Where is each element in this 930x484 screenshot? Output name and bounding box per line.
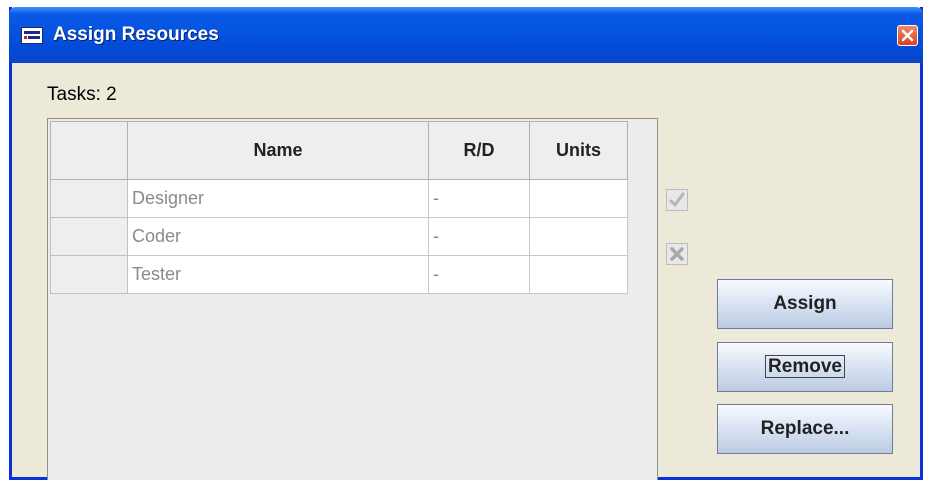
rd-cell[interactable]: - bbox=[428, 179, 530, 218]
name-cell[interactable]: Designer bbox=[127, 179, 429, 218]
units-cell[interactable] bbox=[529, 179, 628, 218]
app-icon bbox=[21, 27, 43, 44]
column-header-row-selector[interactable] bbox=[50, 121, 128, 180]
window-title: Assign Resources bbox=[53, 24, 219, 45]
name-cell[interactable]: Coder bbox=[127, 217, 429, 256]
rd-cell[interactable]: - bbox=[428, 255, 530, 294]
resources-table-panel: Name R/D Units Designer - Coder - Tester… bbox=[47, 118, 658, 480]
row-header-cell[interactable] bbox=[50, 255, 128, 294]
assign-button-label: Assign bbox=[773, 293, 837, 314]
close-icon[interactable] bbox=[897, 25, 918, 46]
column-header-rd[interactable]: R/D bbox=[428, 121, 530, 180]
checkmark-icon[interactable] bbox=[666, 189, 688, 211]
title-bar[interactable]: Assign Resources bbox=[9, 7, 923, 63]
table-row[interactable]: Tester - bbox=[50, 255, 628, 294]
units-cell[interactable] bbox=[529, 255, 628, 294]
table-row[interactable]: Designer - bbox=[50, 179, 628, 218]
column-header-units[interactable]: Units bbox=[529, 121, 628, 180]
table-header-row: Name R/D Units bbox=[50, 121, 628, 180]
replace-button[interactable]: Replace... bbox=[717, 404, 893, 454]
rd-cell[interactable]: - bbox=[428, 217, 530, 256]
delete-x-icon[interactable] bbox=[666, 243, 688, 265]
replace-button-label: Replace... bbox=[760, 418, 850, 439]
tasks-count-label: Tasks: 2 bbox=[47, 84, 117, 105]
units-cell[interactable] bbox=[529, 217, 628, 256]
row-header-cell[interactable] bbox=[50, 179, 128, 218]
row-header-cell[interactable] bbox=[50, 217, 128, 256]
table-row[interactable]: Coder - bbox=[50, 217, 628, 256]
remove-button[interactable]: Remove bbox=[717, 342, 893, 392]
name-cell[interactable]: Tester bbox=[127, 255, 429, 294]
column-header-name[interactable]: Name bbox=[127, 121, 429, 180]
assign-resources-dialog: Assign Resources Tasks: 2 Name R/D Units… bbox=[9, 7, 923, 480]
remove-button-label: Remove bbox=[765, 355, 845, 378]
assign-button[interactable]: Assign bbox=[717, 279, 893, 329]
resources-table: Name R/D Units Designer - Coder - Tester… bbox=[50, 121, 628, 294]
